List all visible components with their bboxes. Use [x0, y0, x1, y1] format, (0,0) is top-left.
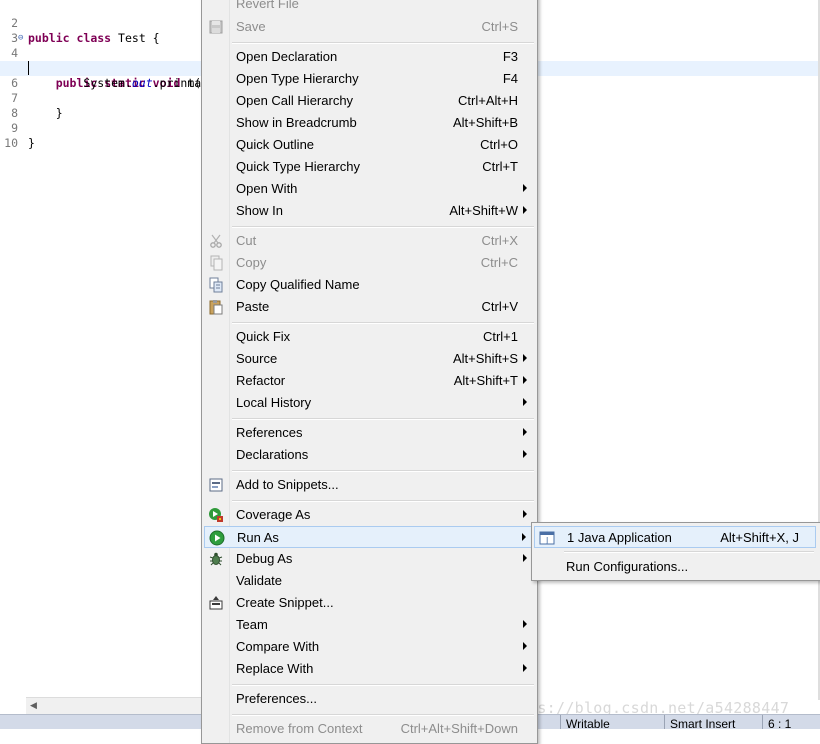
copy-qualified-icon: [209, 277, 223, 293]
fold-collapse-icon[interactable]: ⊖: [18, 31, 23, 46]
status-divider: [762, 715, 763, 729]
submenu-arrow-icon: [523, 450, 527, 458]
menu-separator: [564, 551, 814, 553]
submenu-arrow-icon: [523, 554, 527, 562]
svg-text:J: J: [545, 536, 548, 545]
menu-separator: [232, 42, 534, 44]
menu-item-open-call-hierarchy[interactable]: Open Call Hierarchy Ctrl+Alt+H: [204, 90, 535, 112]
java-app-icon: J: [539, 531, 555, 545]
menu-item-source[interactable]: Source Alt+Shift+S: [204, 348, 535, 370]
menu-item-paste[interactable]: Paste Ctrl+V: [204, 296, 535, 318]
submenu-arrow-icon: [523, 184, 527, 192]
status-cursor-position: 6 : 1: [768, 717, 792, 731]
menu-item-quick-fix[interactable]: Quick Fix Ctrl+1: [204, 326, 535, 348]
save-icon: [209, 20, 223, 34]
menu-item-local-history[interactable]: Local History: [204, 392, 535, 414]
context-menu: Revert File Save Ctrl+S Open Declaration…: [201, 0, 538, 744]
menu-item-open-type-hierarchy[interactable]: Open Type Hierarchy F4: [204, 68, 535, 90]
menu-item-coverage-as[interactable]: Coverage As: [204, 504, 535, 526]
menu-item-cut[interactable]: Cut Ctrl+X: [204, 230, 535, 252]
scissors-icon: [210, 234, 222, 248]
menu-item-save[interactable]: Save Ctrl+S: [204, 16, 535, 38]
menu-item-add-to-snippets[interactable]: Add to Snippets...: [204, 474, 535, 496]
menu-separator: [232, 500, 534, 502]
menu-separator: [232, 470, 534, 472]
menu-item-declarations[interactable]: Declarations: [204, 444, 535, 466]
submenu-arrow-icon: [522, 533, 526, 541]
menu-item-quick-outline[interactable]: Quick Outline Ctrl+O: [204, 134, 535, 156]
menu-item-copy-qualified-name[interactable]: Copy Qualified Name: [204, 274, 535, 296]
menu-item-quick-type-hierarchy[interactable]: Quick Type Hierarchy Ctrl+T: [204, 156, 535, 178]
menu-separator: [232, 226, 534, 228]
menu-separator: [232, 684, 534, 686]
submenu-arrow-icon: [523, 664, 527, 672]
submenu-arrow-icon: [523, 642, 527, 650]
status-divider: [664, 715, 665, 729]
menu-item-open-declaration[interactable]: Open Declaration F3: [204, 46, 535, 68]
menu-item-create-snippet[interactable]: Create Snippet...: [204, 592, 535, 614]
code-text: }: [28, 136, 35, 150]
menu-separator: [232, 418, 534, 420]
scroll-left-icon[interactable]: ◀: [30, 700, 37, 711]
menu-item-revert-file[interactable]: Revert File: [204, 0, 535, 15]
submenu-item-java-application[interactable]: J 1 Java Application Alt+Shift+X, J: [534, 526, 816, 548]
submenu-arrow-icon: [523, 398, 527, 406]
menu-separator: [232, 322, 534, 324]
bug-icon: [209, 552, 223, 566]
menu-item-debug-as[interactable]: Debug As: [204, 548, 535, 570]
submenu-arrow-icon: [523, 206, 527, 214]
menu-item-remove-from-context[interactable]: Remove from Context Ctrl+Alt+Shift+Down: [204, 718, 535, 740]
submenu-arrow-icon: [523, 620, 527, 628]
status-divider: [560, 715, 561, 729]
menu-separator: [232, 714, 534, 716]
run-icon: [209, 530, 225, 546]
status-writable: Writable: [566, 717, 610, 731]
menu-item-open-with[interactable]: Open With: [204, 178, 535, 200]
menu-item-compare-with[interactable]: Compare With: [204, 636, 535, 658]
status-insert-mode: Smart Insert: [670, 717, 736, 731]
menu-item-show-in[interactable]: Show In Alt+Shift+W: [204, 200, 535, 222]
run-as-submenu: J 1 Java Application Alt+Shift+X, J Run …: [531, 522, 820, 581]
menu-item-show-in-breadcrumb[interactable]: Show in Breadcrumb Alt+Shift+B: [204, 112, 535, 134]
submenu-arrow-icon: [523, 428, 527, 436]
line-number: 10: [4, 136, 18, 150]
text-caret: [28, 61, 29, 75]
menu-item-team[interactable]: Team: [204, 614, 535, 636]
submenu-item-run-configurations[interactable]: Run Configurations...: [534, 556, 816, 578]
submenu-arrow-icon: [523, 354, 527, 362]
menu-item-replace-with[interactable]: Replace With: [204, 658, 535, 680]
clipboard-icon: [209, 300, 223, 315]
create-snippet-icon: [209, 596, 223, 610]
menu-item-run-as[interactable]: Run As: [204, 526, 535, 548]
horizontal-scrollbar[interactable]: ◀: [26, 697, 202, 714]
submenu-arrow-icon: [523, 510, 527, 518]
submenu-arrow-icon: [523, 376, 527, 384]
snippet-icon: [209, 478, 223, 492]
copy-icon: [210, 255, 223, 271]
menu-item-copy[interactable]: Copy Ctrl+C: [204, 252, 535, 274]
menu-item-refactor[interactable]: Refactor Alt+Shift+T: [204, 370, 535, 392]
coverage-icon: [209, 508, 223, 522]
menu-item-preferences[interactable]: Preferences...: [204, 688, 535, 710]
menu-item-validate[interactable]: Validate: [204, 570, 535, 592]
menu-item-references[interactable]: References: [204, 422, 535, 444]
